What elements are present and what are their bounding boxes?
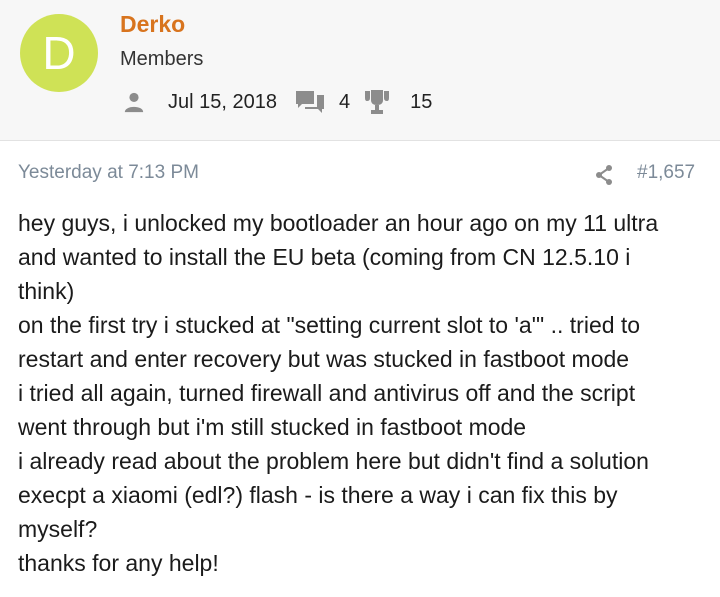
post-text-line: execpt a xiaomi (edl?) flash - is there … <box>18 482 618 508</box>
post-text-line: went through but i'm still stucked in fa… <box>18 414 527 440</box>
trophy-count: 15 <box>410 90 433 113</box>
post-number-link[interactable]: #1,657 <box>637 162 695 184</box>
joined-date: Jul 15, 2018 <box>168 90 277 113</box>
post-text-line: i tried all again, turned firewall and a… <box>18 380 636 406</box>
post-text-line: on the first try i stucked at "setting c… <box>18 312 641 338</box>
post-text-line: restart and enter recovery but was stuck… <box>18 346 630 372</box>
post-text-line: hey guys, i unlocked my bootloader an ho… <box>18 210 659 236</box>
user-stats: Jul 15, 2018 4 15 <box>122 89 432 115</box>
message-count: 4 <box>338 90 351 113</box>
trophy-icon <box>364 89 390 115</box>
forum-post: D Derko Members Jul 15, 2018 4 15 Yester… <box>0 0 720 597</box>
username-link[interactable]: Derko <box>120 11 185 38</box>
user-icon <box>122 90 146 114</box>
user-info-header: D Derko Members Jul 15, 2018 4 15 <box>0 0 720 141</box>
post-body: hey guys, i unlocked my bootloader an ho… <box>18 206 708 580</box>
user-group: Members <box>120 48 204 70</box>
share-icon[interactable] <box>593 164 615 186</box>
post-meta-bar: Yesterday at 7:13 PM #1,657 <box>0 160 720 190</box>
messages-icon <box>295 89 325 115</box>
post-text-line: i already read about the problem here bu… <box>18 448 649 474</box>
post-date-link[interactable]: Yesterday at 7:13 PM <box>18 162 199 184</box>
post-text-line: think) <box>18 278 75 304</box>
post-text-line: thanks for any help! <box>18 550 219 576</box>
avatar[interactable]: D <box>20 14 98 92</box>
post-text-line: myself? <box>18 516 98 542</box>
post-text-line: and wanted to install the EU beta (comin… <box>18 244 631 270</box>
